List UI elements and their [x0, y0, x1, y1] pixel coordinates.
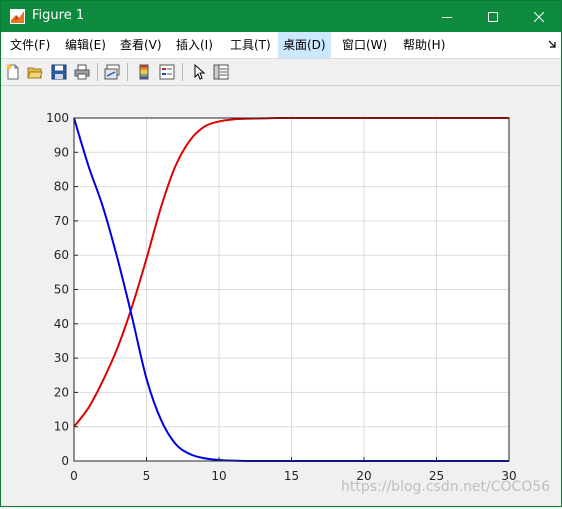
y-tick-label: 20: [54, 385, 69, 399]
y-tick-label: 100: [46, 111, 69, 125]
y-tick-label: 30: [54, 351, 69, 365]
menu-edit[interactable]: 编辑(E): [60, 32, 111, 58]
x-tick-label: 10: [211, 469, 226, 483]
menu-expand-arrow-icon[interactable]: [547, 38, 557, 50]
open-file-icon: [27, 67, 43, 79]
property-inspector-icon: [213, 64, 229, 80]
print-icon: [74, 64, 90, 80]
insert-legend-icon: [159, 64, 175, 80]
y-tick-label: 60: [54, 248, 69, 262]
x-tick-label: 15: [284, 469, 299, 483]
watermark: https://blog.csdn.net/COCO56: [341, 479, 551, 495]
minimize-button[interactable]: [424, 1, 470, 32]
close-button[interactable]: [516, 1, 562, 32]
menu-window[interactable]: 窗口(W): [337, 32, 392, 58]
edit-plot-pointer-icon: [194, 64, 206, 80]
y-tick-label: 70: [54, 214, 69, 228]
menu-help[interactable]: 帮助(H): [398, 32, 450, 58]
menu-bar: 文件(F) 编辑(E) 查看(V) 插入(I) 工具(T) 桌面(D) 窗口(W…: [1, 32, 561, 59]
title-bar[interactable]: Figure 1: [1, 1, 561, 32]
property-inspector-button[interactable]: [211, 62, 231, 82]
edit-plot-button[interactable]: [189, 62, 209, 82]
line-chart[interactable]: 0 5 10 15 20 25 300102030405060708090100: [1, 86, 561, 506]
new-figure-icon: [6, 64, 19, 80]
figure-canvas: 0 5 10 15 20 25 30 0 10 20 30 40 50 60 70 80 90 100: [1, 86, 561, 506]
window-title: Figure 1: [32, 8, 85, 23]
insert-legend-button[interactable]: [157, 62, 177, 82]
print-button[interactable]: [72, 62, 92, 82]
y-tick-label: 0: [61, 454, 69, 468]
close-icon: [534, 11, 544, 22]
y-tick-label: 40: [54, 317, 69, 331]
save-icon: [51, 64, 67, 80]
y-tick-label: 90: [54, 145, 69, 159]
maximize-icon: [488, 11, 498, 22]
y-tick-label: 80: [54, 180, 69, 194]
minimize-icon: [442, 16, 452, 18]
x-tick-label: 0: [70, 469, 78, 483]
menu-file[interactable]: 文件(F): [5, 32, 55, 58]
insert-colorbar-button[interactable]: [134, 62, 154, 82]
menu-tools[interactable]: 工具(T): [225, 32, 276, 58]
figure-window: Figure 1 文件(F) 编辑(E) 查看(V) 插入(I) 工具(T) 桌…: [0, 0, 562, 507]
link-plot-button[interactable]: [102, 62, 122, 82]
insert-colorbar-icon: [139, 64, 149, 80]
toolbar-separator: [127, 63, 128, 81]
menu-view[interactable]: 查看(V): [115, 32, 167, 58]
menu-insert[interactable]: 插入(I): [171, 32, 218, 58]
toolbar-separator: [182, 63, 183, 81]
y-tick-label: 50: [54, 283, 69, 297]
y-tick-label: 10: [54, 420, 69, 434]
x-tick-label: 5: [143, 469, 151, 483]
toolbar-separator: [97, 63, 98, 81]
save-button[interactable]: [49, 62, 69, 82]
link-plot-icon: [104, 64, 120, 80]
matlab-logo-icon: [10, 9, 25, 24]
menu-desktop[interactable]: 桌面(D): [278, 32, 331, 58]
new-figure-button[interactable]: [3, 62, 23, 82]
open-file-button[interactable]: [25, 62, 45, 82]
figure-toolbar: [1, 59, 561, 86]
maximize-button[interactable]: [470, 1, 516, 32]
